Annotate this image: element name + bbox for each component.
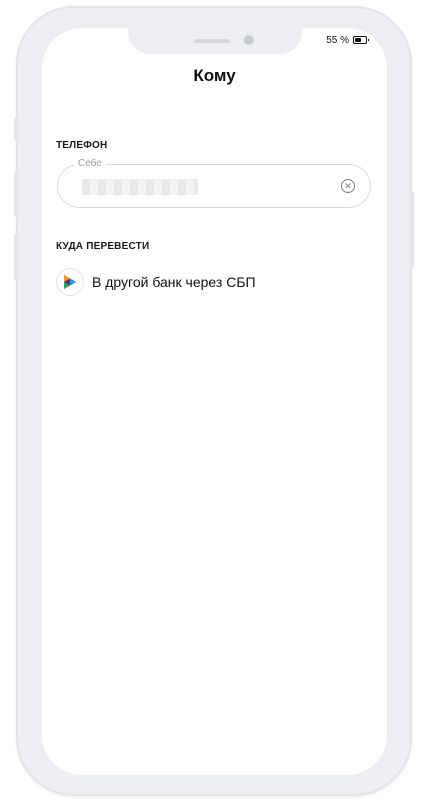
sbp-transfer-option[interactable]: В другой банк через СБП — [56, 268, 366, 296]
phone-field-caption: Себе — [74, 158, 106, 169]
phone-section-label: ТЕЛЕФОН — [56, 140, 108, 151]
sbp-logo-icon — [56, 268, 84, 296]
speaker-grille — [194, 39, 230, 43]
side-button-volume-down — [14, 234, 17, 280]
destination-section-label: КУДА ПЕРЕВЕСТИ — [56, 241, 150, 252]
side-button-power — [411, 192, 414, 268]
battery-icon — [353, 36, 369, 44]
sbp-option-label: В другой банк через СБП — [92, 274, 256, 290]
battery-percent: 55 % — [326, 35, 349, 46]
notch — [128, 28, 302, 54]
front-camera — [244, 35, 254, 45]
page-title: Кому — [193, 66, 236, 85]
side-button-mute — [14, 118, 17, 140]
clear-circle-x-icon[interactable]: ✕ — [341, 179, 355, 193]
side-button-volume-up — [14, 171, 17, 217]
phone-input[interactable]: Себе ✕ — [57, 158, 371, 208]
phone-value-blurred — [82, 179, 198, 195]
app-screen: 55 % Кому ТЕЛЕФОН Себе ✕ КУДА ПЕРЕВЕСТИ … — [42, 28, 387, 775]
